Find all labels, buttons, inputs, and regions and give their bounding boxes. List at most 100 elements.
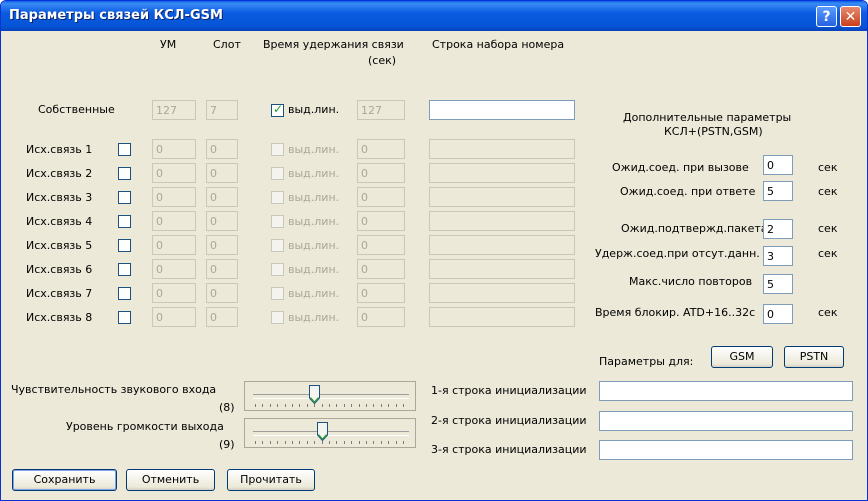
link-slot-field: 0 [206, 211, 238, 231]
own-label: Собственные [38, 103, 115, 116]
link-hold-field: 0 [357, 187, 405, 207]
extra-param-field[interactable]: 0 [763, 304, 793, 324]
slider-tick [373, 404, 375, 407]
close-icon[interactable]: ✕ [840, 6, 861, 27]
link-hold-field: 0 [357, 163, 405, 183]
extra-param-field[interactable]: 5 [763, 181, 793, 201]
link-hold-field: 0 [357, 259, 405, 279]
slider-tick [255, 441, 256, 444]
link-slot-field: 0 [206, 139, 238, 159]
own-um-field: 127 [152, 100, 196, 120]
link-dedicated-line-checkbox [271, 263, 284, 276]
link-enable-checkbox[interactable] [118, 215, 131, 228]
link-hold-field: 0 [357, 139, 405, 159]
slider-tick [284, 404, 286, 407]
column-dial-string: Строка набора номера [432, 38, 565, 51]
link-label: Исх.связь 2 [26, 167, 93, 180]
link-dedicated-line-label: выд.лин. [288, 191, 340, 204]
link-label: Исх.связь 8 [26, 311, 93, 324]
slider-tick [395, 404, 397, 407]
link-dial-field [429, 259, 575, 279]
output-volume-value: (9) [219, 438, 235, 451]
extra-param-label: Время блокир. ATD+16..32с [595, 306, 756, 319]
link-label: Исх.связь 7 [26, 287, 93, 300]
params-for-label: Параметры для: [599, 355, 694, 368]
init-string-3-field[interactable] [599, 440, 853, 460]
extra-param-unit: сек [818, 247, 838, 260]
init-string-2-field[interactable] [599, 411, 853, 431]
slider-tick [380, 441, 382, 444]
extra-param-unit: сек [818, 306, 838, 319]
extra-param-field[interactable]: 5 [763, 274, 793, 294]
save-button[interactable]: Сохранить [12, 469, 117, 491]
read-button[interactable]: Прочитать [227, 469, 315, 491]
link-slot-field: 0 [206, 187, 238, 207]
link-dial-field [429, 235, 575, 255]
slider-tick [299, 404, 301, 407]
link-enable-checkbox[interactable] [118, 239, 131, 252]
link-dedicated-line-label: выд.лин. [288, 239, 340, 252]
slider-tick [284, 441, 286, 444]
slider-tick [366, 441, 367, 444]
cancel-button[interactable]: Отменить [126, 469, 215, 491]
extra-param-label: Ожид.соед. при ответе [620, 185, 756, 198]
slider-tick [388, 441, 390, 444]
link-um-field: 0 [152, 283, 196, 303]
link-dial-field [429, 211, 575, 231]
slider-thumb[interactable] [309, 385, 321, 404]
help-icon[interactable]: ? [816, 6, 837, 27]
link-enable-checkbox[interactable] [118, 263, 131, 276]
slider-tick [336, 441, 338, 444]
slider-tick [269, 441, 271, 444]
own-dial-field[interactable] [429, 100, 575, 120]
own-dedicated-line-checkbox[interactable] [271, 102, 284, 117]
extra-param-label: Удерж.соед.при отсут.данн. [595, 247, 760, 260]
slider-tick [255, 404, 256, 407]
link-dial-field [429, 163, 575, 183]
link-label: Исх.связь 3 [26, 191, 93, 204]
init-string-2-label: 2-я строка инициализации [431, 414, 587, 427]
pstn-button[interactable]: PSTN [784, 346, 844, 368]
link-slot-field: 0 [206, 163, 238, 183]
extra-param-unit: сек [818, 161, 838, 174]
slider-tick [262, 441, 264, 444]
extra-param-field[interactable]: 2 [763, 219, 793, 239]
extra-param-field[interactable]: 0 [763, 155, 793, 175]
link-enable-checkbox[interactable] [118, 311, 131, 324]
column-hold-unit: (сек) [368, 54, 397, 67]
slider-tick [358, 404, 360, 407]
link-dedicated-line-checkbox [271, 311, 284, 324]
link-enable-checkbox[interactable] [118, 191, 131, 204]
slider-thumb[interactable] [316, 422, 328, 441]
init-string-1-field[interactable] [599, 381, 853, 401]
init-string-1-label: 1-я строка инициализации [431, 384, 587, 397]
slider-tick [314, 404, 316, 407]
slider-tick [403, 441, 404, 444]
extra-param-field[interactable]: 3 [763, 246, 793, 266]
slider-tick [388, 404, 390, 407]
link-dedicated-line-checkbox [271, 167, 284, 180]
link-um-field: 0 [152, 187, 196, 207]
extra-param-unit: сек [818, 185, 838, 198]
slider-ticks [255, 404, 411, 408]
link-enable-checkbox[interactable] [118, 167, 131, 180]
input-sensitivity-slider[interactable] [244, 381, 416, 411]
link-dial-field [429, 139, 575, 159]
slider-tick [395, 441, 397, 444]
link-dedicated-line-checkbox [271, 287, 284, 300]
link-dedicated-line-label: выд.лин. [288, 143, 340, 156]
slider-tick [292, 404, 293, 407]
link-enable-checkbox[interactable] [118, 143, 131, 156]
own-dedicated-line-label: выд.лин. [288, 103, 340, 116]
link-slot-field: 0 [206, 283, 238, 303]
extra-params-subtitle: КСЛ+(PSTN,GSM) [664, 125, 763, 138]
link-enable-checkbox[interactable] [118, 287, 131, 300]
output-volume-slider[interactable] [244, 418, 416, 448]
link-dial-field [429, 187, 575, 207]
link-dedicated-line-label: выд.лин. [288, 311, 340, 324]
slider-tick [321, 404, 323, 407]
slider-tick [277, 404, 279, 407]
gsm-button[interactable]: GSM [711, 346, 773, 368]
link-hold-field: 0 [357, 235, 405, 255]
link-um-field: 0 [152, 235, 196, 255]
